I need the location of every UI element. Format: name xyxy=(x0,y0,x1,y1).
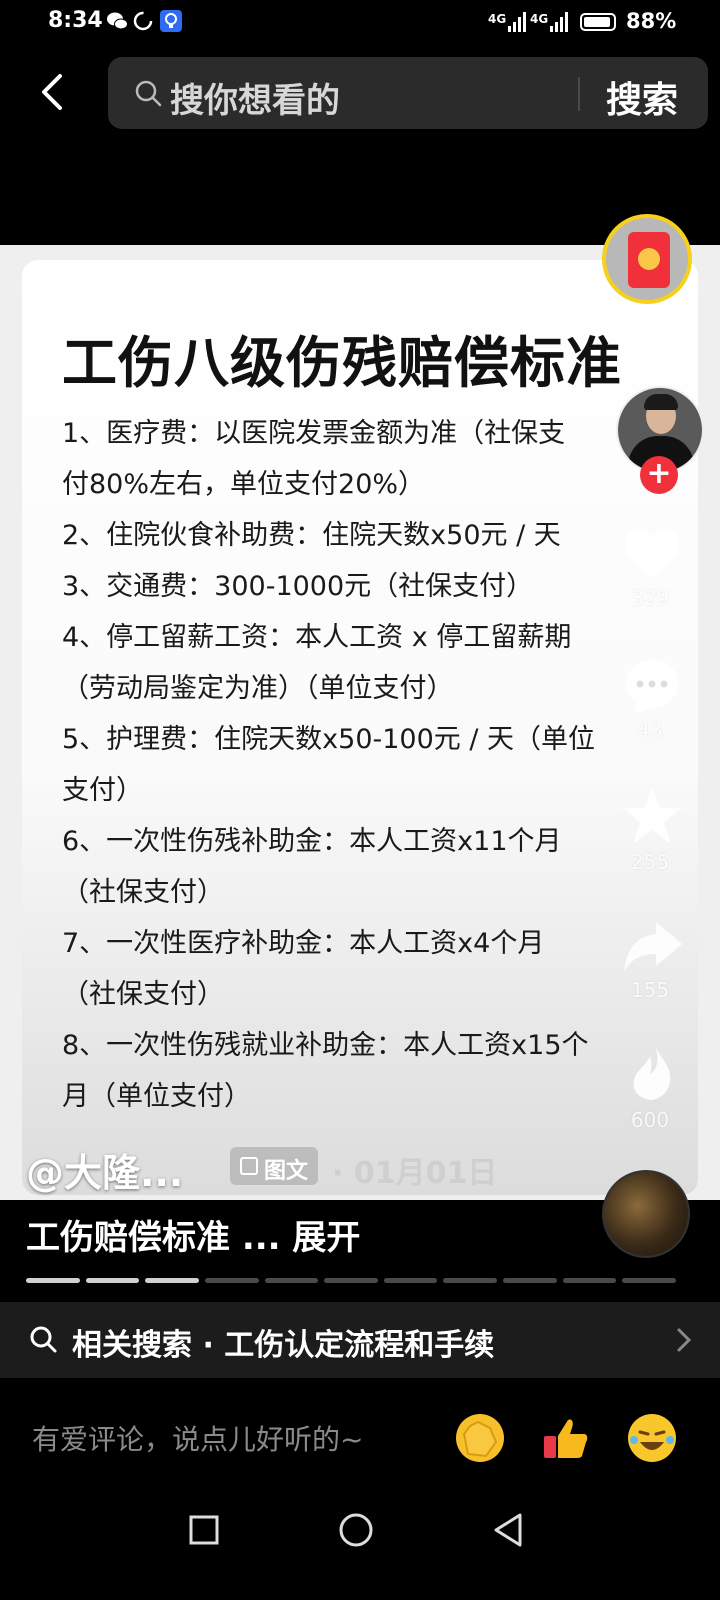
bulb-icon xyxy=(160,10,182,32)
search-button[interactable]: 搜索 xyxy=(606,71,678,123)
signal-icon xyxy=(508,12,526,36)
signal-icon-2 xyxy=(550,12,568,36)
post-line: （社保支付） xyxy=(62,979,224,1010)
post-date: · 01月01日 xyxy=(332,1156,498,1191)
search-input[interactable]: 搜你想看的 xyxy=(170,73,340,122)
comment-input[interactable]: 有爱评论，说点儿好听的~ xyxy=(32,1418,363,1458)
heart-icon xyxy=(625,529,679,578)
search-icon xyxy=(134,79,162,111)
like-button[interactable] xyxy=(620,522,684,582)
thumbs-up-icon xyxy=(544,1419,588,1458)
share-arrow-icon xyxy=(624,922,682,972)
share-button[interactable] xyxy=(620,916,684,976)
post-line: 付80%左右，单位支付20%） xyxy=(62,469,426,500)
post-title: 工伤八级伤残赔偿标准 xyxy=(62,331,623,395)
back-arrow-icon xyxy=(42,74,62,110)
status-time: 8:34 xyxy=(48,8,103,33)
recent-apps-button[interactable] xyxy=(188,1514,220,1550)
search-divider xyxy=(578,77,580,111)
post-type-tag: 图文 xyxy=(230,1147,318,1185)
favorite-button[interactable] xyxy=(620,786,684,846)
network-type-1: 4G xyxy=(488,12,507,26)
post-line: 2、住院伙食补助费：住院天数x50元 / 天 xyxy=(62,520,561,551)
related-search-bar[interactable]: 相关搜索 · 工伤认定流程和手续 xyxy=(0,1302,720,1378)
coin-icon xyxy=(638,248,660,270)
progress-segment xyxy=(264,1278,319,1283)
progress-segment xyxy=(26,1278,80,1283)
post-type-label: 图文 xyxy=(264,1159,309,1184)
comment-count: 43 xyxy=(637,718,663,742)
post-line: 8、一次性伤残就业补助金：本人工资x15个 xyxy=(62,1030,589,1061)
recommend-count: 600 xyxy=(630,1108,670,1132)
post-line: 5、护理费：住院天数x50-100元 / 天（单位 xyxy=(62,724,596,755)
search-bar[interactable]: 搜你想看的 搜索 xyxy=(108,57,708,129)
home-button[interactable] xyxy=(338,1512,374,1552)
back-button[interactable] xyxy=(36,70,76,114)
share-count: 155 xyxy=(630,978,670,1002)
music-album-disc[interactable] xyxy=(602,1170,690,1258)
post-line: 4、停工留薪工资：本人工资 x 停工留薪期 xyxy=(62,622,572,653)
battery-percent: 88% xyxy=(626,9,677,33)
progress-segment xyxy=(145,1278,199,1283)
progress-segment xyxy=(562,1278,617,1283)
progress-segment xyxy=(622,1278,676,1283)
laughing-emoji-button[interactable] xyxy=(628,1414,676,1462)
recommend-button[interactable] xyxy=(620,1042,684,1102)
comment-icon xyxy=(626,660,678,714)
author-name[interactable]: @大隆... xyxy=(26,1142,183,1197)
post-line: 支付） xyxy=(62,775,143,806)
clapping-emoji-button[interactable] xyxy=(456,1414,504,1462)
system-back-button[interactable] xyxy=(492,1512,524,1552)
thumbs-up-emoji-button[interactable] xyxy=(542,1414,590,1462)
circle-icon xyxy=(339,1513,373,1547)
post-line: 1、医疗费：以医院发票金额为准（社保支 xyxy=(62,418,566,449)
star-icon xyxy=(622,788,682,844)
battery-icon xyxy=(580,13,616,31)
post-line: 7、一次性医疗补助金：本人工资x4个月 xyxy=(62,928,545,959)
image-text-icon xyxy=(240,1157,258,1175)
red-packet-button[interactable] xyxy=(602,214,692,304)
comment-button[interactable] xyxy=(620,656,684,716)
chevron-right-icon xyxy=(676,1326,692,1362)
progress-segment xyxy=(204,1278,259,1283)
follow-button[interactable]: + xyxy=(640,456,678,494)
post-line: （劳动局鉴定为准）（单位支付） xyxy=(62,673,454,704)
post-caption[interactable]: 工伤赔偿标准 ... 展开 xyxy=(26,1210,360,1259)
related-search-text: 相关搜索 · 工伤认定流程和手续 xyxy=(72,1328,495,1363)
clapping-hands-icon xyxy=(462,1420,498,1458)
page-progress xyxy=(26,1278,676,1284)
progress-segment xyxy=(383,1278,438,1283)
status-bar: 8:34 4G 4G 88% xyxy=(0,0,720,44)
network-type-2: 4G xyxy=(530,12,549,26)
like-count: 329 xyxy=(630,586,670,610)
search-icon xyxy=(28,1324,58,1358)
triangle-back-icon xyxy=(494,1513,522,1547)
post-line: （社保支付） xyxy=(62,877,224,908)
progress-segment xyxy=(443,1278,498,1283)
square-icon xyxy=(189,1515,219,1545)
post-line: 6、一次性伤残补助金：本人工资x11个月 xyxy=(62,826,562,857)
wechat-icon xyxy=(106,10,128,32)
laughing-face-icon xyxy=(630,1416,674,1460)
favorite-count: 255 xyxy=(630,850,670,874)
progress-segment xyxy=(503,1278,557,1283)
post-line: 3、交通费：300-1000元（社保支付） xyxy=(62,571,534,602)
flame-icon xyxy=(633,1044,671,1100)
progress-segment xyxy=(85,1278,140,1283)
system-nav-bar xyxy=(0,1500,720,1600)
sync-icon xyxy=(132,10,154,32)
post-line: 月（单位支付） xyxy=(62,1081,251,1112)
progress-segment xyxy=(324,1278,378,1283)
